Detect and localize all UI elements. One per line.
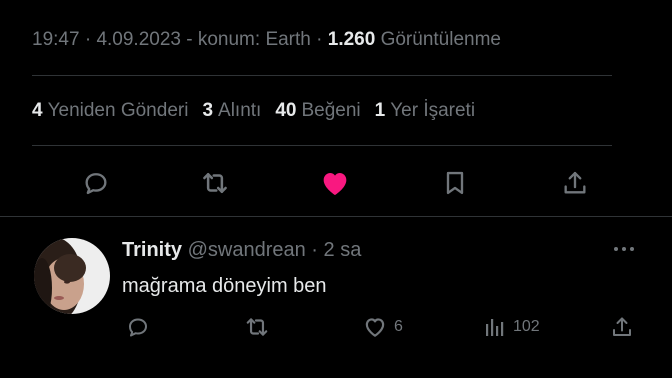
reply-like-count: 6 xyxy=(394,318,403,335)
avatar-photo xyxy=(34,238,110,314)
views-label: Görüntülenme xyxy=(380,29,501,50)
reply-author-name[interactable]: Trinity xyxy=(122,239,182,261)
stat-quotes[interactable]: 3 Alıntı xyxy=(202,96,261,126)
engagement-stats: 4 Yeniden Gönderi 3 Alıntı 40 Beğeni 1 Yer İ… xyxy=(32,96,475,126)
reply-reply-button[interactable] xyxy=(126,314,150,340)
stat-reposts[interactable]: 4 Yeniden Gönderi xyxy=(32,96,188,126)
heart-icon xyxy=(365,318,385,337)
like-button[interactable] xyxy=(318,166,352,200)
reply-tweet[interactable]: Trinity @swandrean · 2 sa mağrama döneyi… xyxy=(0,218,672,368)
reply-view-count: 102 xyxy=(513,318,540,335)
avatar[interactable] xyxy=(34,238,110,314)
reply-author-handle[interactable]: @swandrean xyxy=(188,239,306,261)
retweet-icon xyxy=(246,318,268,336)
divider xyxy=(32,145,612,146)
reply-views-button[interactable]: 102 xyxy=(483,314,540,340)
tweet-location: - konum: Earth xyxy=(186,29,311,50)
stat-bookmarks[interactable]: 1 Yer İşareti xyxy=(375,96,475,126)
analytics-icon xyxy=(486,319,504,336)
tweet-actions xyxy=(0,160,672,204)
meta-separator: · xyxy=(316,29,323,50)
reply-retweet-button[interactable] xyxy=(244,314,270,340)
divider xyxy=(0,216,672,217)
reply-like-button[interactable]: 6 xyxy=(362,314,403,340)
more-icon xyxy=(614,247,634,251)
retweet-button[interactable] xyxy=(198,166,232,200)
reply-button[interactable] xyxy=(79,166,113,200)
reply-icon xyxy=(129,318,147,337)
meta-separator: · xyxy=(84,29,92,50)
share-button[interactable] xyxy=(558,166,592,200)
heart-filled-icon xyxy=(323,173,347,195)
divider xyxy=(32,75,612,76)
share-icon xyxy=(613,317,631,336)
reply-header: Trinity @swandrean · 2 sa xyxy=(122,236,361,264)
tweet-time[interactable]: 19:47 xyxy=(32,29,80,50)
bookmark-icon xyxy=(446,171,464,195)
reply-icon xyxy=(85,173,107,195)
bookmark-button[interactable] xyxy=(438,166,472,200)
tweet-meta: 19:47 · 4.09.2023 - konum: Earth · 1.260… xyxy=(32,26,642,54)
reply-text: mağrama döneyim ben xyxy=(122,275,327,297)
share-icon xyxy=(564,171,586,194)
retweet-icon xyxy=(203,173,227,193)
tweet-date[interactable]: 4.09.2023 xyxy=(96,29,181,50)
reply-separator: · xyxy=(311,239,318,261)
more-options-button[interactable] xyxy=(610,240,638,258)
reply-age[interactable]: 2 sa xyxy=(324,239,362,261)
views-count: 1.260 xyxy=(327,29,376,50)
stat-likes[interactable]: 40 Beğeni xyxy=(275,96,360,126)
reply-share-button[interactable] xyxy=(610,314,634,340)
